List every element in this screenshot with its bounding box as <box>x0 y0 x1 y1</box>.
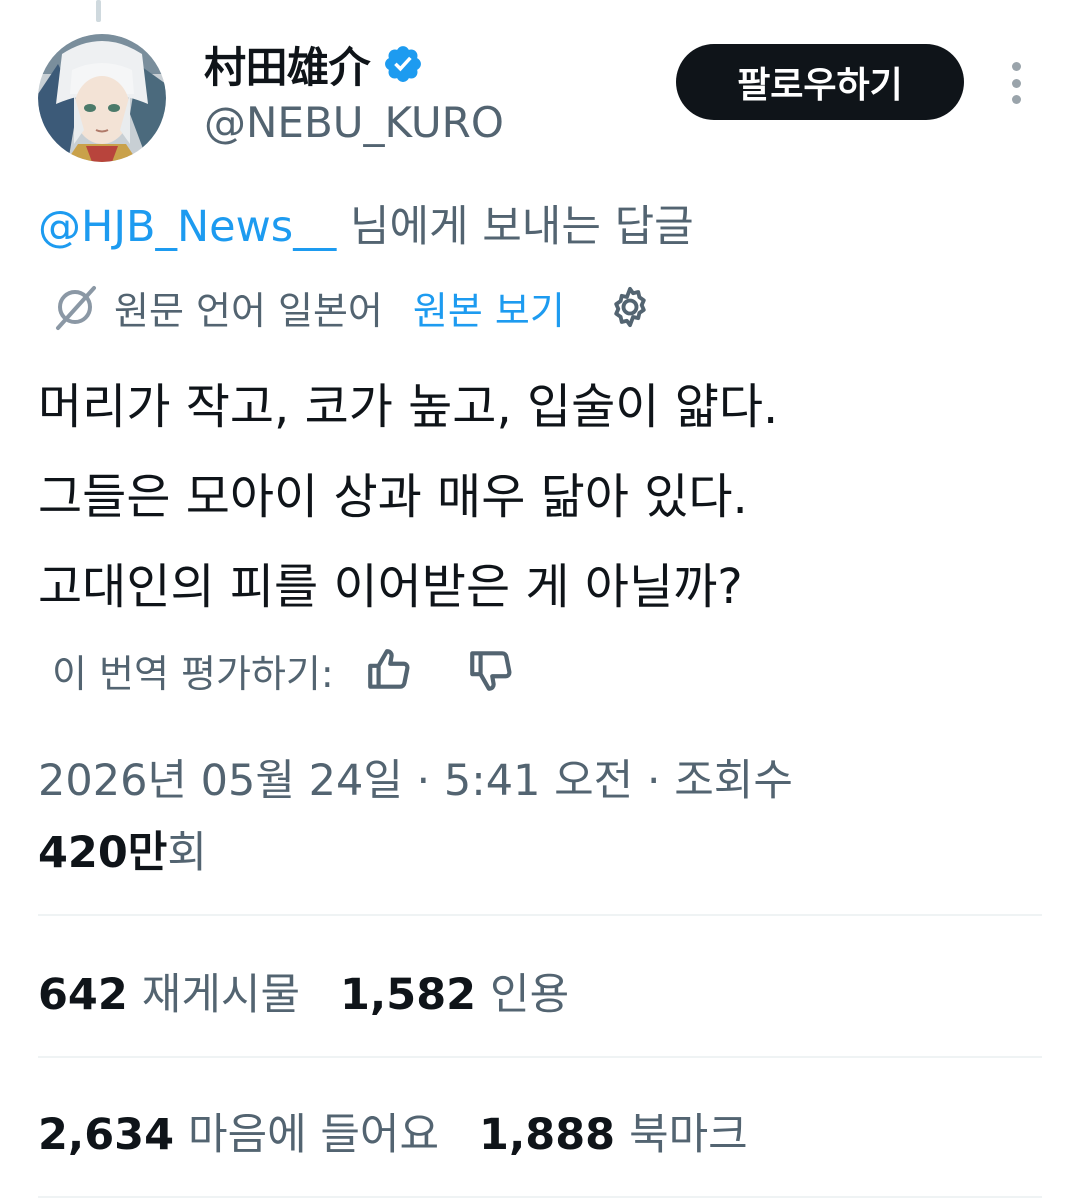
engagement-row: 2,634 마음에 들어요 1,888 북마크 <box>38 1096 788 1166</box>
divider <box>38 914 1042 916</box>
divider <box>38 1196 1042 1198</box>
divider <box>38 1056 1042 1058</box>
tweet-timestamp[interactable]: 2026년 05월 24일 · 5:41 오전 · 조회수 <box>38 746 793 808</box>
rate-translation: 이 번역 평가하기: <box>52 640 516 700</box>
likes-count: 2,634 <box>38 1110 175 1160</box>
views-line: 420만회 <box>38 818 207 880</box>
views-count: 420만 <box>38 828 168 878</box>
more-dot <box>1011 78 1021 88</box>
reply-context: @HJB_News__ 님에게 보내는 답글 <box>38 192 694 254</box>
likes-stat[interactable]: 2,634 마음에 들어요 <box>38 1100 439 1162</box>
user-handle[interactable]: @NEBU_KURO <box>204 98 504 147</box>
display-name[interactable]: 村田雄介 <box>204 34 371 95</box>
verified-badge-icon[interactable] <box>382 43 424 85</box>
reposts-label: 재게시물 <box>141 970 301 1020</box>
more-dot <box>1011 62 1021 71</box>
tweet-text-line: 그들은 모아이 상과 매우 닮아 있다. <box>38 469 748 525</box>
rate-translation-label: 이 번역 평가하기: <box>52 651 334 696</box>
likes-label: 마음에 들어요 <box>188 1110 440 1160</box>
thumbs-down-icon[interactable] <box>466 645 516 695</box>
bookmarks-stat[interactable]: 1,888 북마크 <box>479 1100 748 1162</box>
quotes-count: 1,582 <box>340 970 477 1020</box>
translate-off-icon <box>56 286 96 330</box>
thumbs-up-icon[interactable] <box>364 645 414 695</box>
bookmarks-label: 북마크 <box>629 1110 748 1160</box>
bookmarks-count: 1,888 <box>479 1110 616 1160</box>
gear-icon[interactable] <box>607 284 653 330</box>
reply-context-suffix: 님에게 보내는 답글 <box>336 202 694 252</box>
reposts-stat[interactable]: 642 재게시물 <box>38 960 300 1022</box>
views-unit: 회 <box>167 828 207 878</box>
name-row: 村田雄介 <box>204 34 424 94</box>
more-dot <box>1011 95 1021 104</box>
avatar-illustration-icon <box>38 34 166 162</box>
tweet-text-line: 머리가 작고, 코가 높고, 입술이 얇다. <box>38 379 779 435</box>
source-language-text: 원문 언어 일본어 <box>114 288 383 333</box>
tweet-header: 村田雄介 @NEBU_KURO 팔로우하기 <box>38 34 1042 164</box>
engagement-row: 642 재게시물 1,582 인용 <box>38 956 609 1026</box>
thread-connector-line <box>96 0 101 22</box>
translation-bar: 원문 언어 일본어 원본 보기 <box>50 278 653 336</box>
reposts-count: 642 <box>38 970 128 1020</box>
reply-mention-link[interactable]: @HJB_News__ <box>38 202 336 252</box>
tweet-body: 머리가 작고, 코가 높고, 입술이 얇다. 그들은 모아이 상과 매우 닮아 … <box>38 362 1048 632</box>
show-original-link[interactable]: 원본 보기 <box>413 280 565 335</box>
quotes-stat[interactable]: 1,582 인용 <box>340 960 569 1022</box>
follow-button[interactable]: 팔로우하기 <box>676 44 964 120</box>
avatar[interactable] <box>38 34 166 162</box>
more-vertical-icon[interactable] <box>998 58 1034 108</box>
tweet-text-line: 고대인의 피를 이어받은 게 아닐까? <box>38 559 743 615</box>
quotes-label: 인용 <box>490 970 570 1020</box>
